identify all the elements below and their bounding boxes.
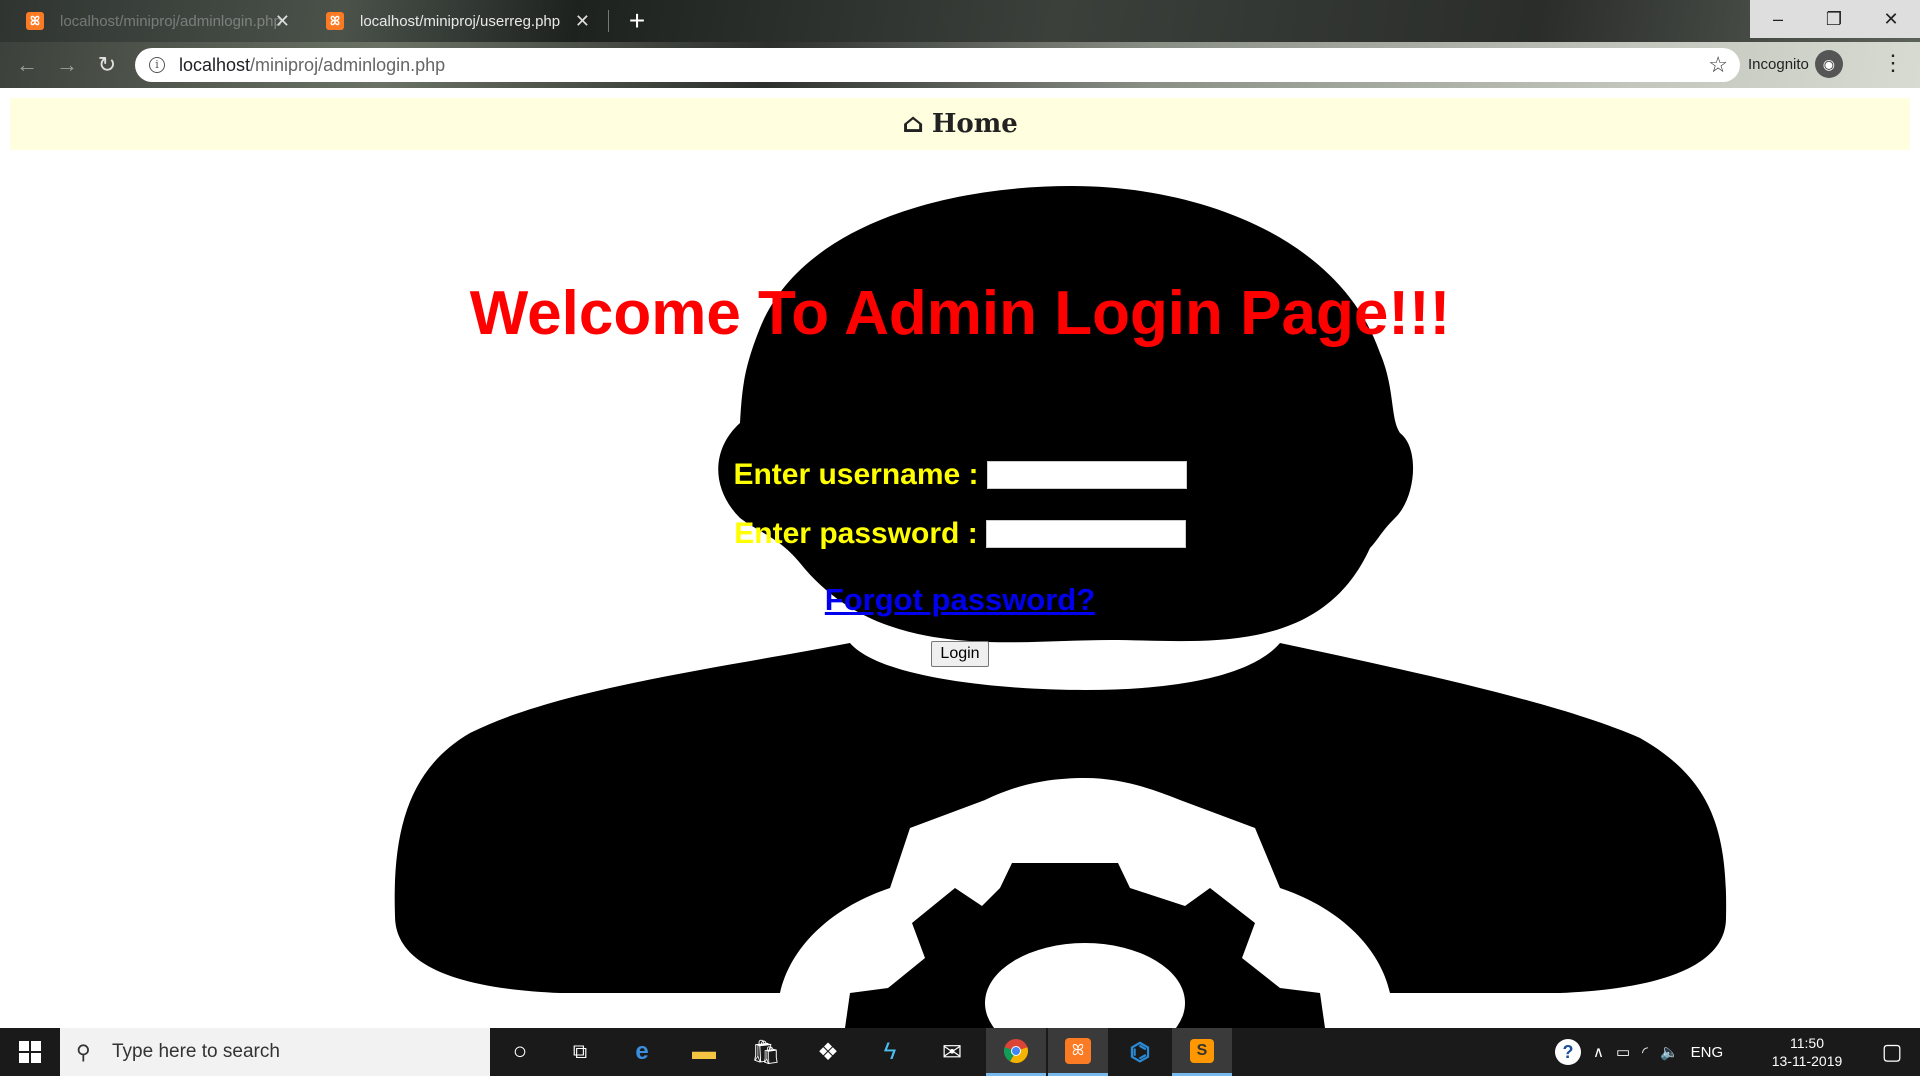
bookmark-star-icon[interactable]: ☆	[1708, 52, 1728, 78]
tab-title: localhost/miniproj/userreg.php	[360, 12, 561, 30]
minimize-button[interactable]: –	[1750, 0, 1806, 38]
reload-icon[interactable]: ↻	[90, 48, 124, 82]
username-row: Enter username :	[0, 458, 1920, 492]
username-input[interactable]	[986, 461, 1187, 489]
login-button[interactable]: Login	[931, 641, 989, 667]
xampp-icon: ꕤ	[326, 12, 344, 30]
username-label: Enter username :	[733, 458, 979, 491]
chevron-up-icon[interactable]: ∧	[1593, 1043, 1604, 1061]
close-icon[interactable]: ✕	[275, 11, 290, 32]
home-icon: ⌂	[902, 109, 924, 139]
password-row: Enter password :	[0, 517, 1920, 551]
language-indicator[interactable]: ENG	[1691, 1044, 1724, 1061]
sourcetree-icon[interactable]: ϟ	[860, 1028, 920, 1076]
incognito-label: Incognito	[1748, 55, 1809, 73]
clock-time: 11:50	[1790, 1035, 1824, 1051]
dropbox-icon[interactable]: ❖	[798, 1028, 858, 1076]
wifi-icon[interactable]: ◜	[1642, 1043, 1648, 1061]
url-path: /miniproj/adminlogin.php	[250, 54, 446, 75]
forward-arrow-icon[interactable]: →	[50, 48, 84, 82]
system-tray: ? ∧ ▭ ◜ 🔈 ENG	[1555, 1028, 1735, 1076]
windows-taskbar: ⚲ Type here to search ○ ⧉ e ▬ 🛍 ❖ ϟ ✉ ꕤ …	[0, 1028, 1920, 1076]
top-navbar: ⌂ Home	[10, 98, 1910, 150]
tab-adminlogin[interactable]: ꕤ localhost/miniproj/adminlogin.php ✕	[18, 0, 308, 42]
back-arrow-icon[interactable]: ←	[10, 48, 44, 82]
vscode-icon[interactable]: ⌬	[1110, 1028, 1170, 1076]
forgot-password-link[interactable]: Forgot password?	[0, 582, 1920, 618]
tab-divider	[608, 10, 609, 32]
file-explorer-icon[interactable]: ▬	[674, 1028, 734, 1076]
xampp-icon[interactable]: ꕤ	[1048, 1028, 1108, 1076]
menu-kebab-icon[interactable]: ⋮	[1882, 50, 1904, 76]
url-host: localhost	[179, 54, 251, 75]
edge-icon[interactable]: e	[612, 1028, 672, 1076]
taskbar-search[interactable]: ⚲ Type here to search	[60, 1028, 490, 1076]
tab-userreg[interactable]: ꕤ localhost/miniproj/userreg.php ✕	[318, 0, 608, 42]
info-icon[interactable]: i	[149, 57, 165, 73]
password-input[interactable]	[985, 520, 1186, 548]
close-icon[interactable]: ✕	[575, 11, 590, 32]
home-label: Home	[931, 109, 1018, 139]
chrome-logo	[1004, 1038, 1028, 1063]
cortana-icon[interactable]: ○	[490, 1028, 550, 1076]
sublime-badge: S	[1190, 1038, 1214, 1063]
password-label: Enter password :	[734, 517, 978, 550]
xampp-taskbar-badge: ꕤ	[1065, 1037, 1091, 1064]
clock-date: 13-11-2019	[1771, 1053, 1843, 1069]
store-icon[interactable]: 🛍	[736, 1028, 796, 1076]
windows-logo-icon	[19, 1041, 41, 1063]
new-tab-button[interactable]: +	[622, 4, 652, 38]
admin-silhouette-image	[394, 186, 1727, 1028]
help-icon[interactable]: ?	[1555, 1039, 1581, 1065]
search-icon: ⚲	[76, 1041, 91, 1064]
xampp-icon: ꕤ	[26, 12, 44, 30]
volume-icon[interactable]: 🔈	[1660, 1043, 1679, 1061]
home-link[interactable]: ⌂ Home	[902, 109, 1018, 139]
incognito-icon[interactable]: ◉	[1814, 50, 1843, 78]
battery-icon[interactable]: ▭	[1616, 1043, 1630, 1061]
page-title: Welcome To Admin Login Page!!!	[469, 279, 1451, 348]
tab-title: localhost/miniproj/adminlogin.php	[60, 12, 282, 30]
mail-icon[interactable]: ✉	[922, 1028, 982, 1076]
maximize-button[interactable]: ❐	[1806, 0, 1862, 38]
search-placeholder: Type here to search	[112, 1041, 280, 1062]
taskbar-clock[interactable]: 11:50 13-11-2019	[1762, 1034, 1852, 1070]
window-close-button[interactable]: ✕	[1862, 0, 1920, 38]
address-bar[interactable]: i localhost/miniproj/adminlogin.php ☆	[135, 48, 1740, 82]
silhouette-head	[718, 186, 1414, 643]
url-text[interactable]: localhost/miniproj/adminlogin.php	[179, 55, 445, 76]
task-view-icon[interactable]: ⧉	[550, 1028, 610, 1076]
login-button-wrap: Login	[0, 641, 1920, 667]
browser-tab-strip: ꕤ localhost/miniproj/adminlogin.php ✕ ꕤ …	[0, 0, 1920, 42]
incognito-indicator: Incognito ◉	[1748, 50, 1843, 78]
page-viewport: ⌂ Home Welcome To Admin Login Page!!! En…	[0, 88, 1920, 1028]
notification-icon[interactable]: ▢	[1864, 1028, 1920, 1076]
sublime-text-icon[interactable]: S	[1172, 1028, 1232, 1076]
windows-start-button[interactable]	[0, 1028, 60, 1076]
chrome-icon[interactable]	[986, 1028, 1046, 1076]
